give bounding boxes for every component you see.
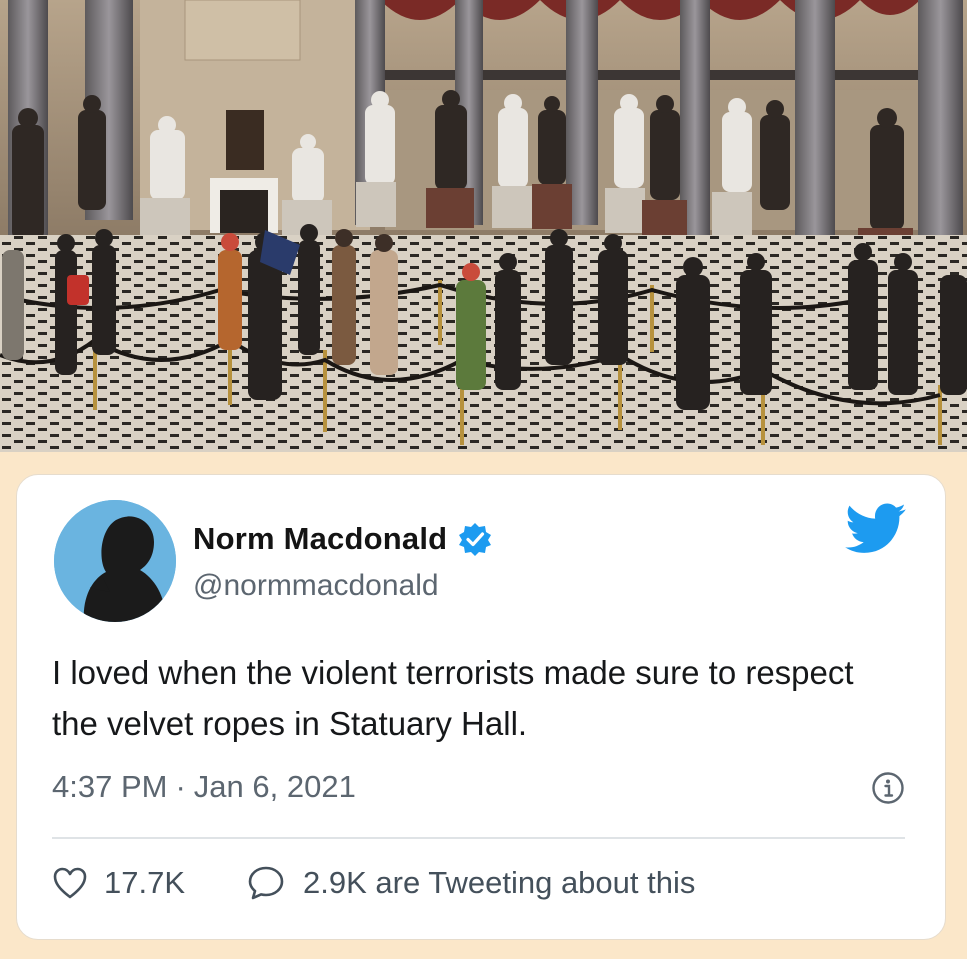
like-count[interactable]: 17.7K [104, 865, 185, 901]
tweet-timestamp[interactable]: 4:37 PM · Jan 6, 2021 [52, 769, 356, 805]
photo-illustration [0, 0, 967, 452]
twitter-bird-icon[interactable] [845, 503, 907, 557]
handle[interactable]: @normmacdonald [193, 569, 439, 603]
tweet-time: 4:37 PM [52, 769, 168, 804]
name-row: Norm Macdonald [193, 521, 493, 557]
verified-badge-icon [457, 521, 493, 557]
speech-bubble-icon[interactable] [247, 865, 285, 901]
display-name[interactable]: Norm Macdonald [193, 521, 447, 557]
heart-icon[interactable] [52, 866, 88, 900]
separator-dot: · [175, 769, 186, 804]
tweet-card: Norm Macdonald @normmacdonald I loved wh… [16, 474, 946, 940]
tweet-text: I loved when the violent terrorists made… [52, 654, 854, 742]
divider [52, 837, 905, 839]
avatar[interactable] [54, 500, 176, 622]
tweeting-about-link[interactable]: 2.9K are Tweeting about this [303, 865, 695, 901]
tweet-date: Jan 6, 2021 [193, 769, 356, 804]
action-bar: 17.7K 2.9K are Tweeting about this [52, 865, 695, 901]
info-icon[interactable] [871, 771, 905, 805]
avatar-silhouette [54, 500, 176, 622]
hall-photo [0, 0, 967, 452]
